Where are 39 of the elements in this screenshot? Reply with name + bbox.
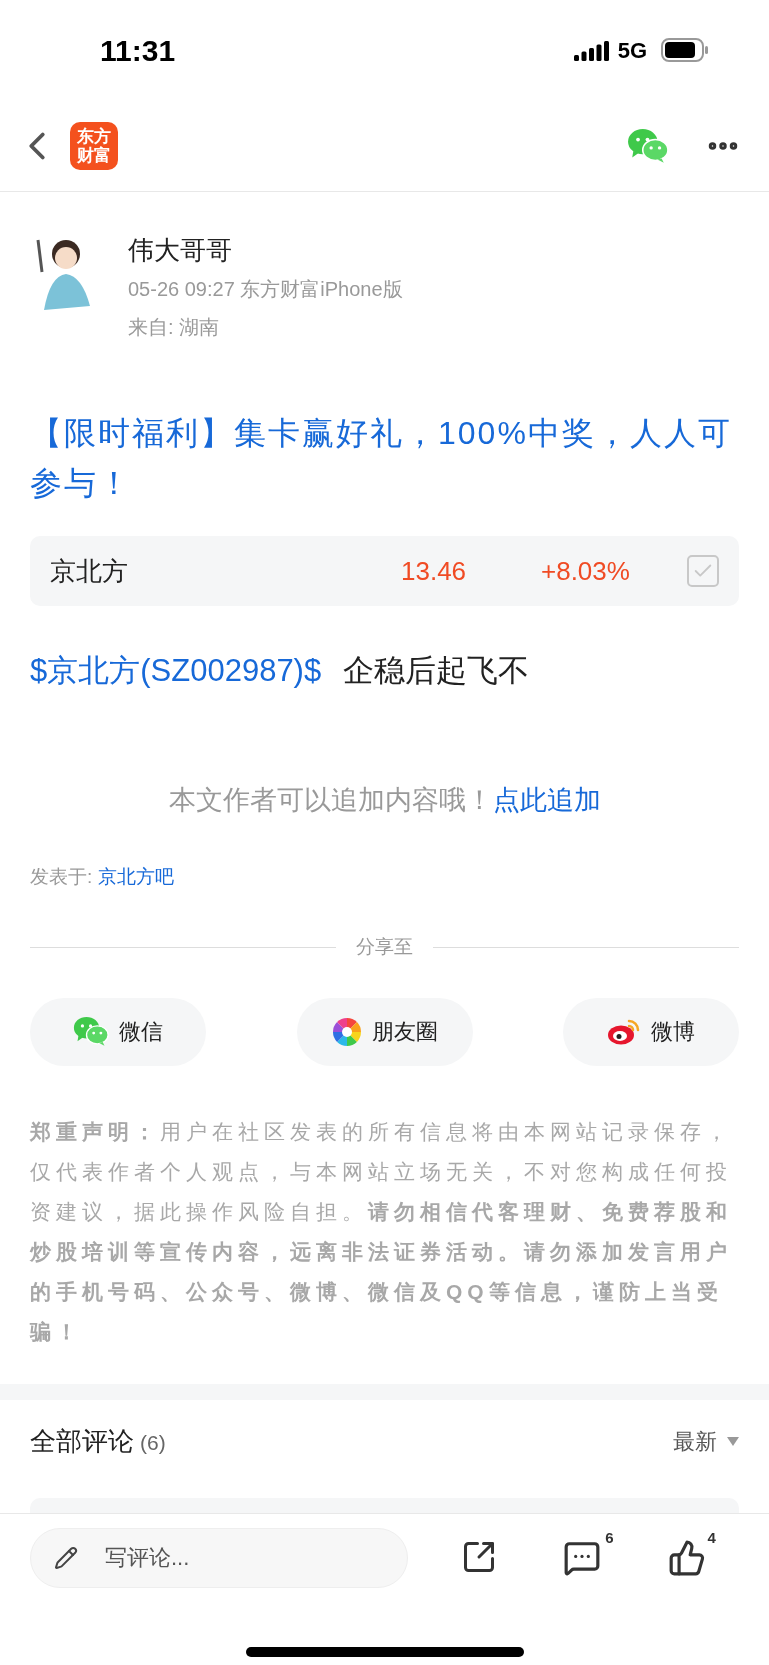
- stock-name: 京北方: [50, 554, 129, 588]
- disclaimer: 郑重声明：用户在社区发表的所有信息将由本网站记录保存，仅代表作者个人观点，与本网站立场无关，不对您构成任何投资建议，据此操作风险自担。请勿相信代客理财、免费荐股和炒股培训等宣传内容，远离非法证券活动。请勿添加发言用户的手机号码、公众号、微博、微信及QQ等信息，谨防上当受骗！: [30, 1118, 733, 1345]
- comment-input[interactable]: 写评论...: [30, 1528, 408, 1588]
- eye-swirl-icon: [607, 1017, 641, 1046]
- stock-change: +8.03%: [541, 554, 631, 588]
- pinwheel-icon: [331, 1016, 362, 1047]
- forum-link[interactable]: 京北方吧: [98, 862, 175, 891]
- chat-bubbles-icon: [627, 127, 669, 164]
- post-meta: 05-26 09:27 东方财富iPhone版: [128, 277, 403, 302]
- comments-count: (6): [140, 1430, 166, 1456]
- like-icon[interactable]: [667, 1539, 706, 1577]
- append-hint: 本文作者可以追加内容哦！: [168, 784, 493, 817]
- status-time: 11:31: [100, 32, 176, 69]
- post-title: 【限时福利】集卡赢好礼，100%中奖，人人可参与！: [30, 414, 733, 503]
- posted-in-label: 发表于:: [30, 864, 93, 889]
- signal-icon: [573, 39, 610, 61]
- author-name[interactable]: 伟大哥哥: [128, 232, 403, 268]
- sort-dropdown[interactable]: 最新: [673, 1425, 739, 1458]
- pencil-icon: [54, 1546, 78, 1570]
- caret-icon: [727, 1437, 739, 1446]
- share-label: 分享至: [356, 935, 413, 959]
- stock-price: 13.46: [401, 554, 468, 588]
- stock-link[interactable]: $京北方(SZ002987)$: [30, 646, 322, 696]
- comment-icon[interactable]: [563, 1539, 602, 1577]
- share-button[interactable]: 微博: [563, 997, 739, 1066]
- append-link[interactable]: 点此追加: [492, 780, 601, 821]
- stock-card[interactable]: 京北方 13.46 +8.03%: [30, 536, 739, 606]
- share-button[interactable]: 朋友圈: [296, 997, 473, 1066]
- app-logo: 东方 财富: [70, 121, 118, 170]
- post-body: 企稳后起飞不: [343, 652, 530, 690]
- battery-icon: [661, 38, 709, 62]
- comment-count: 6: [605, 1528, 614, 1548]
- post-location: 来自: 湖南: [128, 315, 221, 340]
- network-label: 5G: [617, 36, 647, 65]
- share-button[interactable]: 微信: [30, 997, 206, 1066]
- watch-checkbox[interactable]: [687, 555, 719, 587]
- like-count: 4: [707, 1528, 716, 1548]
- chat-bubbles-icon: [73, 1016, 109, 1047]
- comments-title: 全部评论: [30, 1425, 134, 1458]
